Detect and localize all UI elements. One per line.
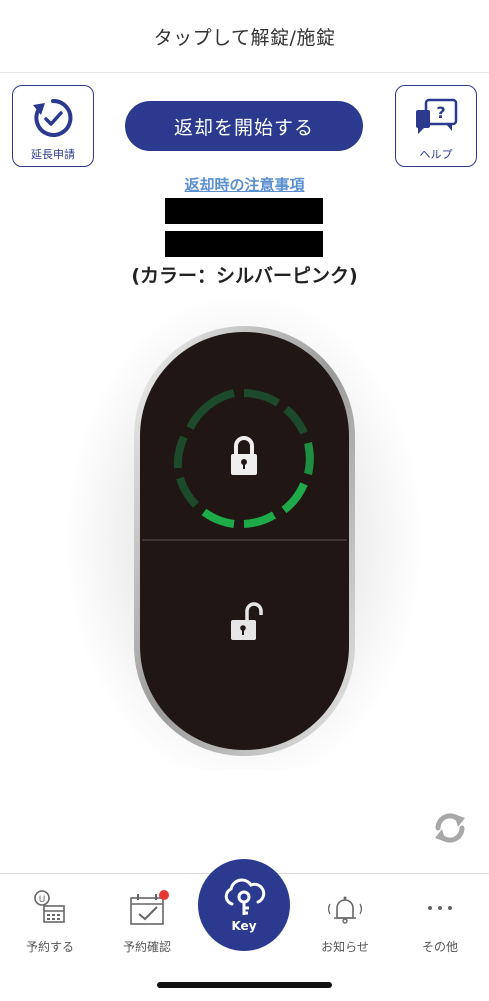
calendar-check-icon xyxy=(130,890,169,925)
vehicle-color-text: (カラー：シルバーピンク) xyxy=(131,265,358,287)
redacted-vehicle-number xyxy=(165,231,323,257)
cloud-key-icon xyxy=(224,878,266,915)
svg-text:?: ? xyxy=(436,103,445,122)
reserve-calendar-icon: U xyxy=(34,890,65,923)
lock-button[interactable] xyxy=(140,332,349,539)
home-indicator xyxy=(157,982,332,988)
tab-more-label: その他 xyxy=(421,940,458,954)
header: タップして解錠/施錠 xyxy=(0,0,489,73)
extend-button-label: 延長申請 xyxy=(31,148,75,161)
tab-more[interactable]: その他 xyxy=(395,874,485,974)
sync-icon[interactable] xyxy=(430,808,470,848)
redacted-vehicle-info xyxy=(165,198,323,224)
clock-refresh-check-icon xyxy=(33,98,73,137)
notification-badge xyxy=(159,890,169,900)
tab-reservation-check[interactable]: 予約確認 xyxy=(102,874,192,974)
extend-button[interactable]: 延長申請 xyxy=(12,85,94,167)
lock-panel xyxy=(64,300,424,770)
page-title: タップして解錠/施錠 xyxy=(153,26,336,49)
help-button[interactable]: ? ヘルプ xyxy=(395,85,477,167)
tab-key[interactable]: Key xyxy=(198,859,290,951)
tab-reservation-check-label: 予約確認 xyxy=(122,940,171,954)
unlock-button[interactable] xyxy=(140,541,349,750)
tab-reserve-label: 予約する xyxy=(25,940,74,954)
tab-notifications[interactable]: お知らせ xyxy=(300,874,390,974)
help-chat-icon: ? xyxy=(416,98,458,134)
tab-key-label: Key xyxy=(231,919,257,933)
return-notice-link[interactable]: 返却時の注意事項 xyxy=(0,174,489,195)
svg-text:U: U xyxy=(39,895,46,905)
more-dots-icon xyxy=(428,906,452,910)
help-button-label: ヘルプ xyxy=(419,148,453,161)
tab-reserve[interactable]: U 予約する xyxy=(5,874,95,974)
start-return-button[interactable]: 返却を開始する xyxy=(125,101,363,151)
tab-notifications-label: お知らせ xyxy=(321,940,369,954)
bell-icon xyxy=(328,896,362,924)
